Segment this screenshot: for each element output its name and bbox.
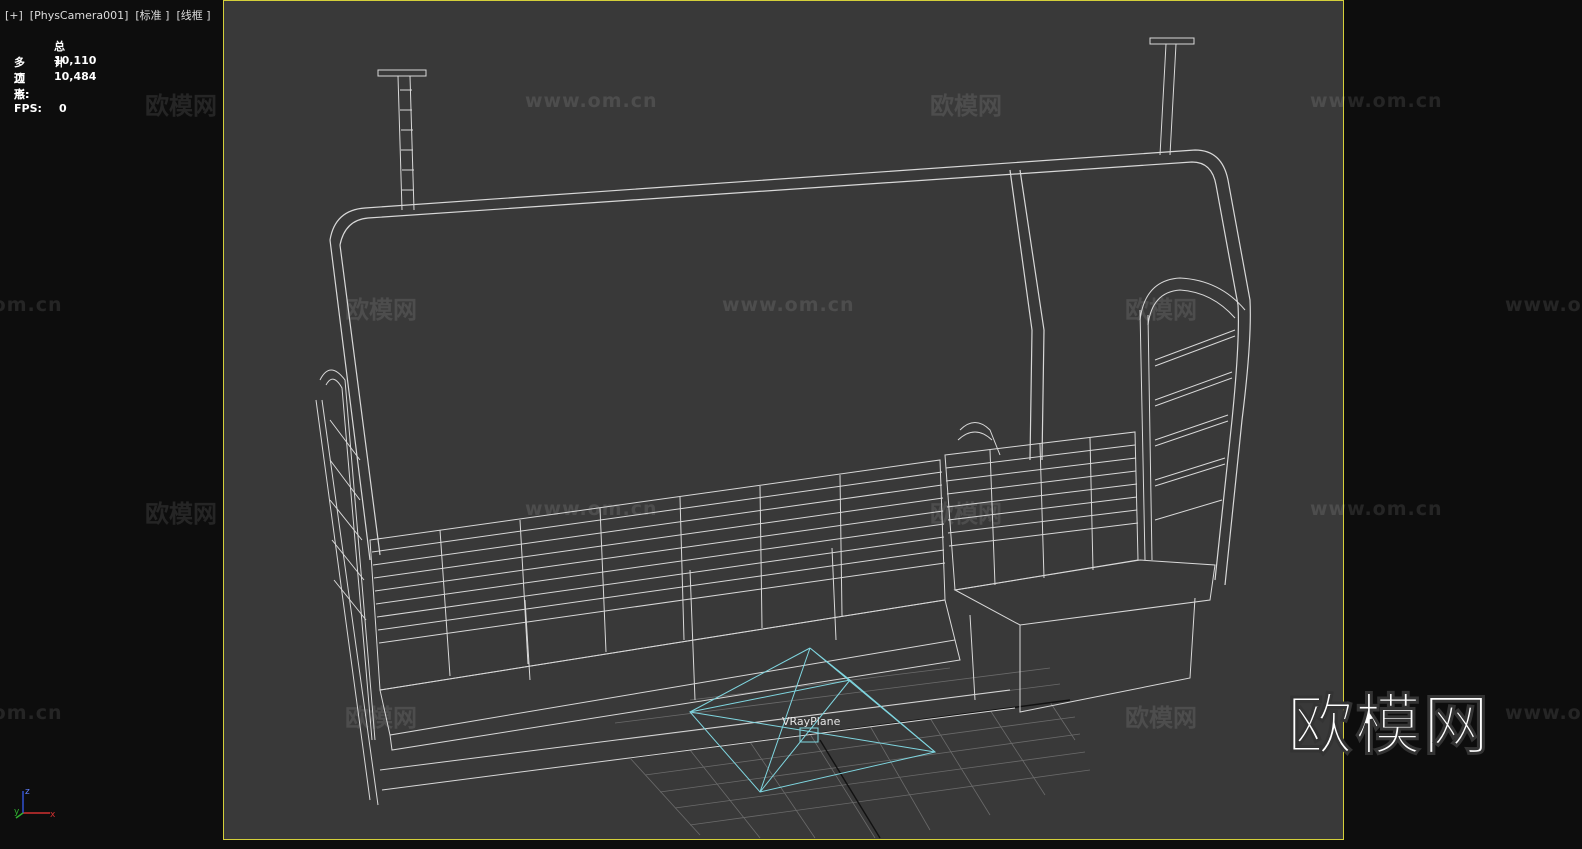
side-guard-left [315, 369, 379, 806]
viewport-label[interactable]: [+] [PhysCamera001] [标准 ] [线框 ] [5, 7, 211, 23]
brand-watermark: 欧模网 [1287, 687, 1491, 765]
axis-tripod-icon: x z y [14, 787, 56, 820]
viewport-3d[interactable]: 欧模网 www.om.cn 欧模网 www.om.cn www.om.cn 欧模… [0, 0, 1582, 849]
fps-value: 0 [59, 102, 67, 115]
vertices-value: 10,484 [54, 70, 97, 83]
floor-grid [614, 667, 1091, 839]
ceiling-mount-right [1149, 37, 1195, 156]
vray-plane-label[interactable]: VRayPlane [782, 715, 840, 728]
fps-label: FPS: [14, 102, 42, 115]
side-guard-right [1139, 277, 1246, 561]
vertices-label: 顶点: [14, 72, 30, 101]
polygons-value: 10,110 [54, 54, 97, 67]
ceiling-mount-left [377, 69, 427, 211]
axis-y-label: y [14, 807, 20, 817]
bench-long [369, 459, 1016, 791]
axis-x-label: x [50, 810, 56, 820]
bench-short [944, 422, 1216, 713]
axis-z-label: z [25, 787, 30, 797]
